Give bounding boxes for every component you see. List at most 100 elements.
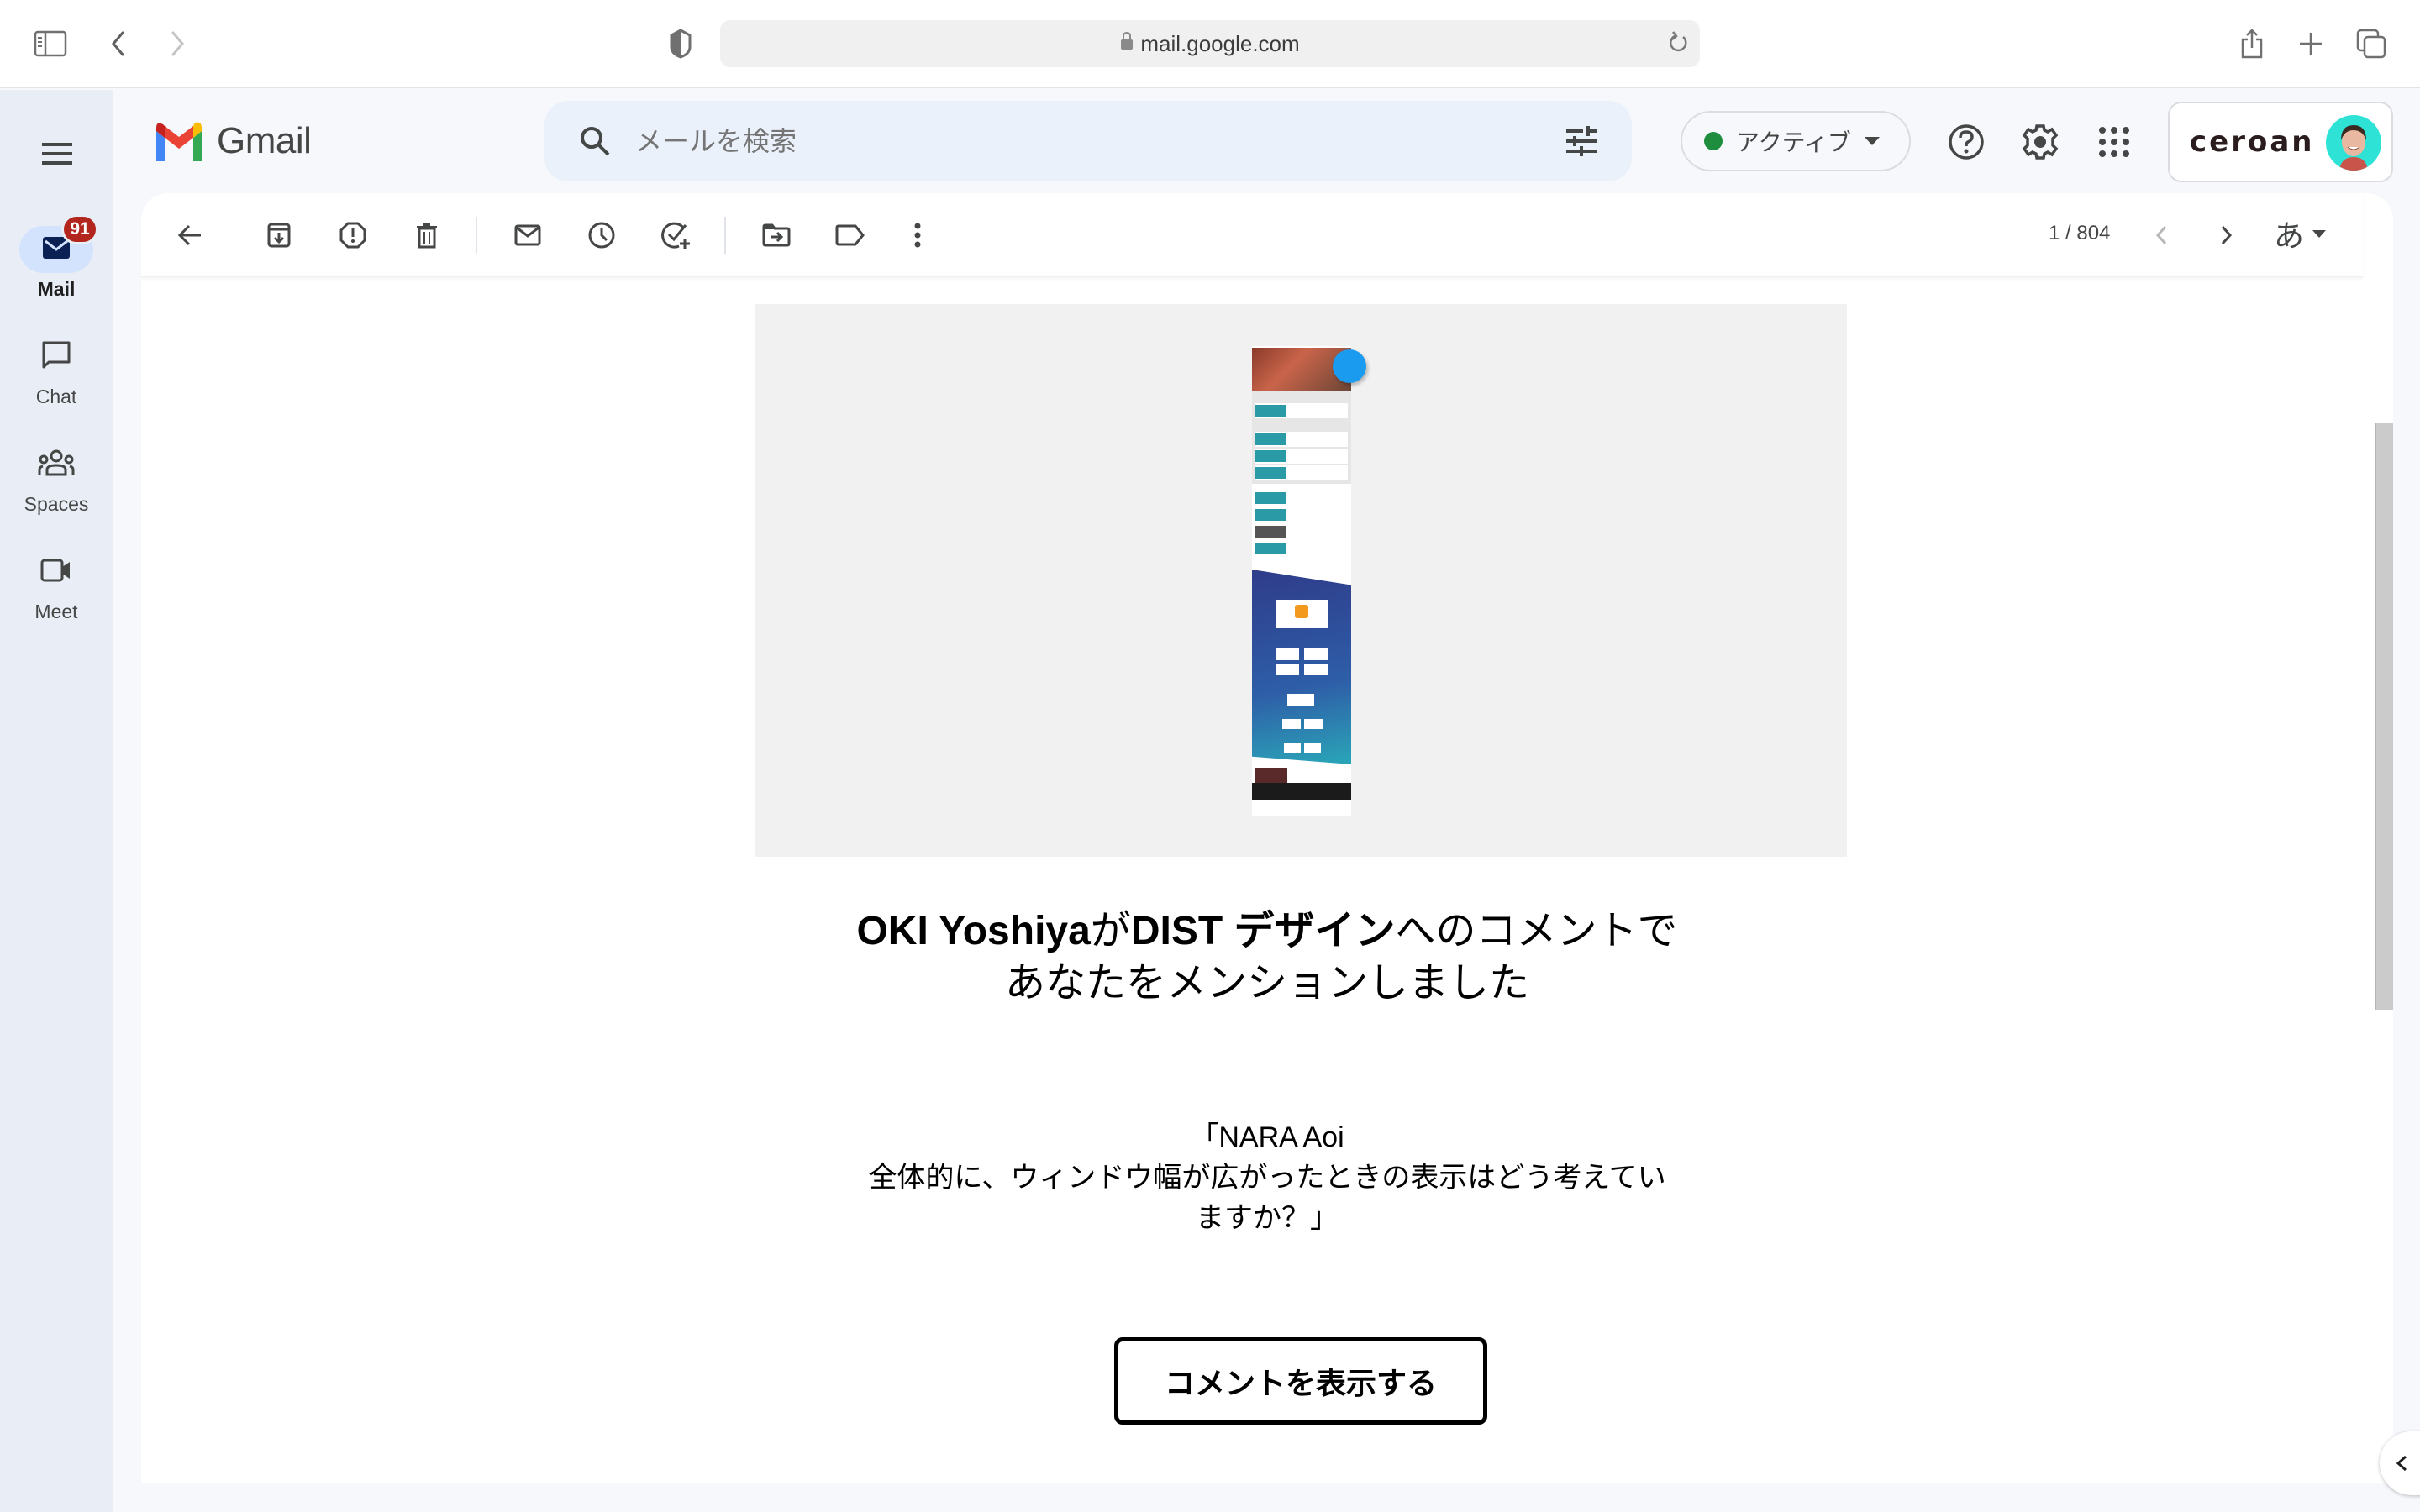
add-to-tasks-button[interactable] bbox=[655, 215, 696, 255]
move-to-button[interactable] bbox=[756, 215, 797, 255]
share-icon[interactable] bbox=[2233, 25, 2270, 62]
rail-pill-mail[interactable]: 91 bbox=[19, 214, 98, 273]
forward-icon[interactable] bbox=[160, 25, 197, 62]
search-input[interactable] bbox=[635, 125, 1476, 157]
notification-title: OKI YoshiyaがDIST デザインへのコメントで あなたをメンションしま… bbox=[141, 906, 2393, 1010]
browser-toolbar: mail.google.com bbox=[0, 0, 2420, 88]
view-comment-button[interactable]: コメントを表示する bbox=[1114, 1337, 1487, 1425]
chat-icon bbox=[41, 340, 71, 375]
more-vert-icon bbox=[914, 223, 921, 248]
archive-icon bbox=[267, 223, 291, 248]
move-to-folder-icon bbox=[762, 223, 791, 247]
search-bar[interactable] bbox=[544, 101, 1632, 181]
meet-icon bbox=[39, 558, 73, 587]
labels-button[interactable] bbox=[830, 215, 871, 255]
title-text: へのコメントで bbox=[1395, 909, 1678, 953]
arrow-back-icon bbox=[177, 224, 201, 246]
avatar[interactable] bbox=[2326, 115, 2381, 171]
chevron-down-icon bbox=[2312, 229, 2327, 238]
comment-quote: 「NARA Aoi 全体的に、ウィンドウ幅が広がったときの表示はどう考えてい ま… bbox=[141, 1117, 2393, 1238]
search-options-icon[interactable] bbox=[1563, 123, 1600, 160]
privacy-shield-icon[interactable] bbox=[662, 25, 699, 62]
thumb-sponsors bbox=[1252, 570, 1351, 764]
snooze-button[interactable] bbox=[581, 215, 622, 255]
tab-overview-icon[interactable] bbox=[2353, 25, 2390, 62]
gmail-m-icon bbox=[156, 122, 202, 161]
rail-pill-meet[interactable] bbox=[19, 549, 93, 596]
rail-pill-chat[interactable] bbox=[19, 333, 93, 381]
thumb-section bbox=[1252, 391, 1351, 484]
trash-icon bbox=[417, 223, 437, 249]
back-icon[interactable] bbox=[99, 25, 136, 62]
more-options-button[interactable] bbox=[897, 215, 938, 255]
unread-count-badge: 91 bbox=[61, 214, 98, 244]
title-text: が bbox=[1090, 909, 1131, 953]
chevron-down-icon bbox=[1864, 137, 1880, 145]
chevron-left-icon bbox=[2155, 225, 2167, 245]
account-org-logo: ceroan bbox=[2190, 125, 2315, 159]
message-view: 1 / 804 あ OKI YoshiyaがDIST デザインへのコメントで あ… bbox=[141, 193, 2393, 1483]
chevron-left-icon bbox=[2396, 1455, 2407, 1472]
new-tab-icon[interactable] bbox=[2292, 25, 2329, 62]
label-icon bbox=[835, 224, 865, 246]
input-tools-button[interactable]: あ bbox=[2274, 212, 2327, 255]
status-selector[interactable]: アクティブ bbox=[1681, 111, 1911, 171]
title-line-2: あなたをメンションしました bbox=[1004, 961, 1529, 1005]
url-text: mail.google.com bbox=[1140, 30, 1300, 56]
comment-pin-marker bbox=[1333, 349, 1366, 383]
sidebar-icon[interactable] bbox=[32, 25, 69, 62]
newer-button[interactable] bbox=[2141, 215, 2181, 255]
mark-unread-button[interactable] bbox=[508, 215, 548, 255]
toolbar-divider bbox=[724, 217, 726, 254]
rail-item-spaces[interactable]: Spaces bbox=[0, 441, 113, 516]
address-bar[interactable]: mail.google.com bbox=[720, 20, 1700, 67]
rail-label: Meet bbox=[34, 601, 78, 622]
archive-button[interactable] bbox=[259, 215, 299, 255]
settings-gear-icon[interactable] bbox=[2018, 120, 2062, 164]
spaces-icon bbox=[38, 449, 75, 480]
report-spam-icon bbox=[339, 222, 366, 249]
page-screenshot-thumbnail bbox=[1252, 346, 1366, 816]
back-to-inbox-button[interactable] bbox=[170, 215, 210, 255]
quote-author: 「NARA Aoi bbox=[1190, 1121, 1344, 1153]
rail-item-meet[interactable]: Meet bbox=[0, 549, 113, 623]
rail-item-chat[interactable]: Chat bbox=[0, 333, 113, 408]
hamburger-icon bbox=[42, 143, 72, 165]
account-switcher[interactable]: ceroan bbox=[2168, 102, 2393, 182]
reload-icon[interactable] bbox=[1666, 29, 1690, 65]
status-label: アクティブ bbox=[1736, 129, 1851, 155]
help-icon[interactable] bbox=[1944, 120, 1988, 164]
project-name: DIST デザイン bbox=[1130, 909, 1396, 953]
mark-unread-icon bbox=[514, 224, 541, 246]
scrollbar-thumb[interactable] bbox=[2375, 423, 2393, 1010]
thumb-footer bbox=[1252, 783, 1351, 800]
clock-icon bbox=[588, 222, 615, 249]
older-button[interactable] bbox=[2207, 215, 2247, 255]
report-spam-button[interactable] bbox=[333, 215, 373, 255]
app-name: Gmail bbox=[217, 120, 312, 161]
rail-item-mail[interactable]: 91 Mail bbox=[0, 214, 113, 301]
design-preview-image[interactable] bbox=[755, 304, 1847, 857]
quote-text: 全体的に、ウィンドウ幅が広がったときの表示はどう考えてい bbox=[868, 1162, 1666, 1194]
commenter-name: OKI Yoshiya bbox=[856, 909, 1091, 953]
gmail-header: Gmail アクティブ ceroan bbox=[113, 90, 2420, 193]
add-task-icon bbox=[661, 222, 690, 249]
toolbar-divider bbox=[476, 217, 477, 254]
quote-text-end: ますか？」 bbox=[1196, 1202, 1339, 1234]
app-rail: 91 Mail Chat Spaces Meet bbox=[0, 90, 113, 1512]
rail-label: Spaces bbox=[24, 493, 89, 515]
apps-grid-icon[interactable] bbox=[2092, 120, 2136, 164]
chevron-right-icon bbox=[2221, 225, 2233, 245]
delete-button[interactable] bbox=[407, 215, 447, 255]
message-toolbar: 1 / 804 あ bbox=[141, 193, 2363, 277]
rail-label: Mail bbox=[37, 278, 76, 300]
input-tools-label: あ bbox=[2274, 218, 2305, 253]
main-menu-button[interactable] bbox=[34, 130, 81, 177]
message-counter: 1 / 804 bbox=[2049, 222, 2111, 244]
rail-pill-spaces[interactable] bbox=[19, 441, 93, 488]
status-dot bbox=[1704, 132, 1723, 150]
rail-label: Chat bbox=[35, 386, 77, 407]
lock-icon bbox=[1120, 31, 1134, 57]
gmail-logo[interactable]: Gmail bbox=[153, 120, 312, 162]
search-icon[interactable] bbox=[576, 123, 613, 160]
